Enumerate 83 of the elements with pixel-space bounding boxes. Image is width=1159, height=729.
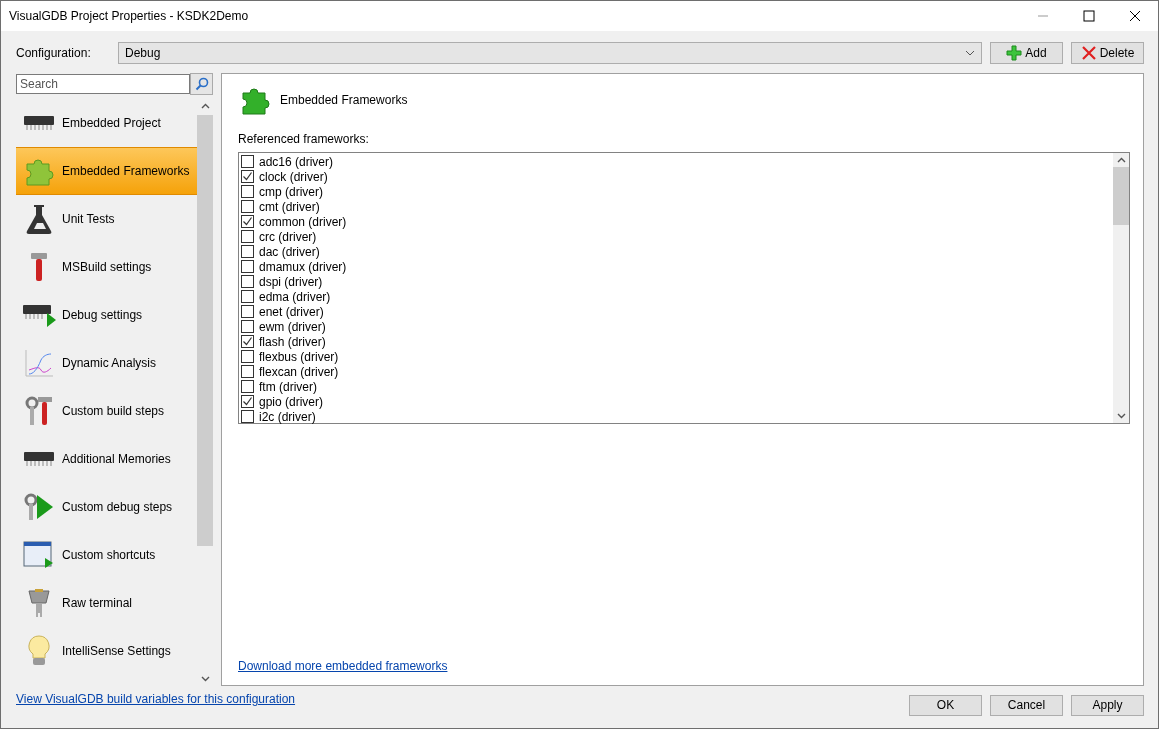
chevron-down-icon[interactable] [1116,413,1126,419]
checkbox[interactable] [241,395,254,408]
frameworks-label: Referenced frameworks: [238,132,370,146]
framework-label: dac (driver) [259,244,320,259]
framework-label: cmt (driver) [259,199,320,214]
sidebar-item[interactable]: MSBuild settings [16,243,197,291]
connector-icon [27,587,51,619]
framework-label: flexcan (driver) [259,364,339,379]
scroll-thumb[interactable] [1113,167,1129,225]
sidebar-item[interactable]: Custom debug steps [16,483,197,531]
checkbox[interactable] [241,410,254,423]
checkbox[interactable] [241,275,254,288]
framework-label: enet (driver) [259,304,324,319]
window-title: VisualGDB Project Properties - KSDK2Demo [9,9,249,23]
sidebar-item[interactable]: Dynamic Analysis [16,339,197,387]
dialog-button[interactable]: OK [909,694,982,716]
configuration-dropdown[interactable]: Debug [118,42,982,64]
lightbulb-icon [27,634,51,668]
search-button[interactable] [190,73,213,95]
sidebar-item[interactable]: Embedded Frameworks [16,147,197,195]
checkbox[interactable] [241,365,254,378]
dialog-button[interactable]: Cancel [990,694,1063,716]
chevron-up-icon[interactable] [200,103,210,109]
build-variables-link[interactable]: View VisualGDB build variables for this configuration [16,692,296,706]
wrench-hammer-icon [24,395,54,427]
chevron-down-icon [965,50,975,56]
checkbox[interactable] [241,155,254,168]
framework-label: flash (driver) [259,334,326,349]
scrollbar[interactable] [1113,153,1129,423]
framework-label: i2c (driver) [259,409,316,424]
chart-icon [23,348,55,378]
sidebar-item[interactable]: Debug settings [16,291,197,339]
framework-label: flexbus (driver) [259,349,339,364]
checkbox[interactable] [241,260,254,273]
framework-label: dspi (driver) [259,274,323,289]
download-link[interactable]: Download more embedded frameworks [238,659,448,673]
x-icon [1080,45,1097,61]
sidebar-item[interactable]: Embedded Project [16,99,197,147]
framework-label: edma (driver) [259,289,331,304]
search-field[interactable]: Search [16,74,190,94]
checkbox[interactable] [241,230,254,243]
checkbox[interactable] [241,290,254,303]
page-title: Embedded Frameworks [280,93,408,107]
checkbox[interactable] [241,335,254,348]
checkbox[interactable] [241,245,254,258]
checkbox[interactable] [241,305,254,318]
framework-label: ftm (driver) [259,379,317,394]
framework-label: clock (driver) [259,169,328,184]
checkbox[interactable] [241,185,254,198]
chip-icon [22,114,56,132]
scroll-thumb[interactable] [197,115,213,546]
sidebar-item[interactable]: Custom shortcuts [16,531,197,579]
sidebar-item[interactable]: Additional Memories [16,435,197,483]
sidebar-item[interactable]: Raw terminal [16,579,197,627]
sidebar-item[interactable]: Unit Tests [16,195,197,243]
framework-label: adc16 (driver) [259,154,334,169]
chevron-up-icon[interactable] [1116,157,1126,163]
add-button[interactable]: Add [990,42,1063,64]
sidebar-item[interactable]: IntelliSense Settings [16,627,197,675]
framework-label: common (driver) [259,214,347,229]
chip-icon [22,450,56,468]
checkbox[interactable] [241,215,254,228]
close-icon[interactable] [1129,10,1141,22]
framework-label: cmp (driver) [259,184,323,199]
delete-button[interactable]: Delete [1071,42,1144,64]
checkbox[interactable] [241,380,254,393]
sidebar-item[interactable]: Custom build steps [16,387,197,435]
framework-label: dmamux (driver) [259,259,347,274]
checkbox[interactable] [241,350,254,363]
flask-icon [25,203,53,235]
framework-label: crc (driver) [259,229,317,244]
checkbox[interactable] [241,170,254,183]
window-play-icon [23,540,55,570]
configuration-label: Configuration: [16,46,92,60]
framework-label: gpio (driver) [259,394,324,409]
checkbox[interactable] [241,320,254,333]
maximize-icon[interactable] [1083,10,1095,22]
checkbox[interactable] [241,200,254,213]
plus-icon [1006,45,1023,61]
chevron-down-icon[interactable] [200,676,210,682]
dialog-button[interactable]: Apply [1071,694,1144,716]
wrench-play-icon [23,491,55,523]
framework-label: ewm (driver) [259,319,326,334]
